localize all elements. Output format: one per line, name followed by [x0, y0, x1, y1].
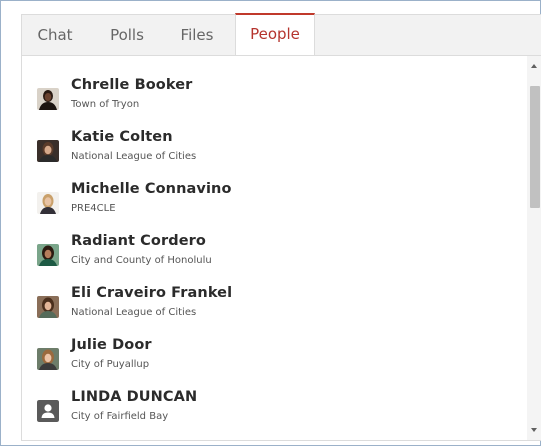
list-item[interactable]: Julie Door City of Puyallup	[37, 337, 507, 377]
person-name: Chrelle Booker	[71, 77, 193, 93]
avatar	[37, 192, 59, 214]
avatar	[37, 88, 59, 110]
list-item[interactable]: Radiant Cordero City and County of Honol…	[37, 233, 507, 273]
list-item[interactable]: Michelle Connavino PRE4CLE	[37, 181, 507, 221]
people-list-scrollbar[interactable]	[527, 56, 541, 440]
person-organization: National League of Cities	[71, 151, 197, 162]
person-organization: City of Fairfield Bay	[71, 411, 169, 422]
person-organization: City of Puyallup	[71, 359, 150, 370]
person-name: Julie Door	[71, 337, 152, 353]
tab-bar: Chat Polls Files People	[22, 13, 541, 56]
tab-chat[interactable]: Chat	[22, 15, 88, 55]
avatar	[37, 296, 59, 318]
avatar	[37, 348, 59, 370]
person-name: LINDA DUNCAN	[71, 389, 198, 405]
people-list: Chrelle Booker Town of Tryon Katie Colte…	[22, 56, 527, 440]
person-name: Radiant Cordero	[71, 233, 206, 249]
list-item[interactable]: LINDA DUNCAN City of Fairfield Bay	[37, 389, 507, 429]
tab-files[interactable]: Files	[164, 15, 230, 55]
person-organization: PRE4CLE	[71, 203, 116, 214]
list-item[interactable]: Eli Craveiro Frankel National League of …	[37, 285, 507, 325]
tab-polls[interactable]: Polls	[94, 15, 160, 55]
list-item[interactable]: Chrelle Booker Town of Tryon	[37, 77, 507, 117]
scroll-down-arrow-icon[interactable]	[531, 428, 537, 432]
tab-people[interactable]: People	[235, 13, 315, 55]
default-user-icon	[37, 400, 59, 422]
sidebar-panel: Chat Polls Files People Chrelle Booker T…	[21, 13, 541, 441]
scroll-up-arrow-icon[interactable]	[531, 64, 537, 68]
person-name: Michelle Connavino	[71, 181, 232, 197]
person-name: Katie Colten	[71, 129, 173, 145]
list-item[interactable]: Katie Colten National League of Cities	[37, 129, 507, 169]
avatar	[37, 244, 59, 266]
avatar	[37, 140, 59, 162]
scrollbar-thumb[interactable]	[530, 86, 540, 208]
people-panel-frame: Chat Polls Files People Chrelle Booker T…	[0, 0, 541, 446]
person-organization: City and County of Honolulu	[71, 255, 212, 266]
person-name: Eli Craveiro Frankel	[71, 285, 233, 301]
person-organization: Town of Tryon	[71, 99, 140, 110]
person-organization: National League of Cities	[71, 307, 197, 318]
